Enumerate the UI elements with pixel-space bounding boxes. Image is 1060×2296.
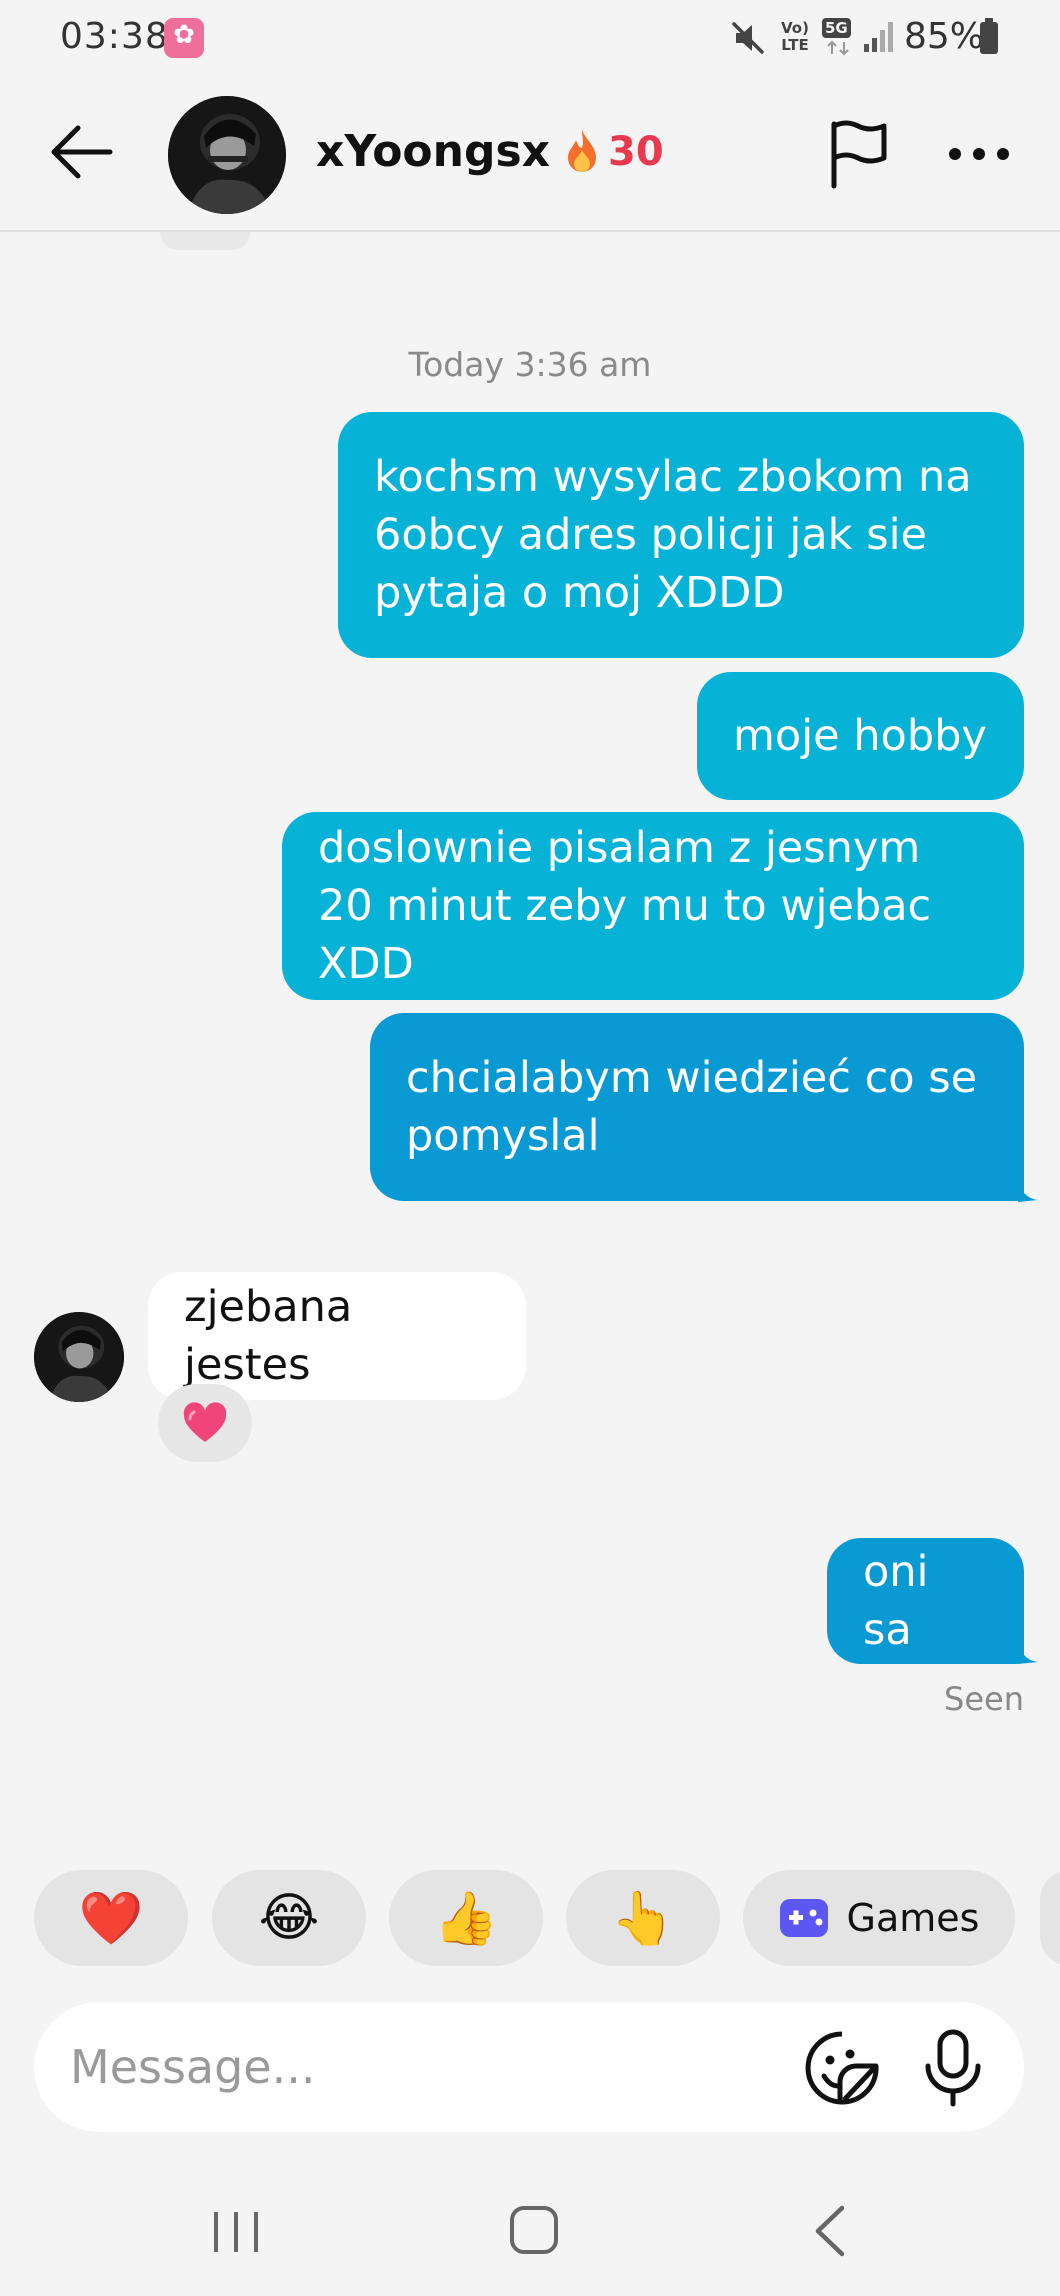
message-text: zjebana jestes — [184, 1282, 353, 1390]
home-icon[interactable] — [506, 2202, 562, 2258]
previous-reaction-peek — [160, 232, 250, 250]
battery-percent: 85% — [904, 16, 985, 57]
quick-reaction-point-up[interactable]: 👆 — [566, 1870, 720, 1966]
quick-reaction-heart[interactable]: ❤️ — [34, 1870, 188, 1966]
message-bubble-outgoing[interactable]: doslownie pisalam z jesnym 20 minut zeby… — [282, 812, 1024, 1000]
games-button[interactable]: Games — [743, 1870, 1015, 1966]
volte-icon: Vo) LTE — [781, 19, 809, 54]
battery-icon — [980, 18, 998, 54]
gamepad-icon — [779, 1899, 828, 1937]
fire-icon — [568, 130, 596, 172]
flag-icon[interactable] — [824, 118, 894, 190]
avatar[interactable] — [168, 96, 286, 214]
status-bar: 03:38 Vo)LTE 5G 85% — [0, 0, 1060, 76]
message-text: chcialabym wiedzieć co se pomyslal — [406, 1053, 978, 1161]
notification-app-icon — [164, 18, 204, 58]
quick-reaction-more[interactable] — [1040, 1870, 1060, 1966]
pink-heart-icon — [183, 1402, 227, 1442]
chat-header: xYoongsx 30 — [0, 76, 1060, 232]
chat-username[interactable]: xYoongsx — [316, 126, 550, 177]
message-bubble-incoming[interactable]: zjebana jestes — [148, 1272, 526, 1400]
microphone-icon[interactable] — [920, 2028, 986, 2108]
message-timestamp: Today 3:36 am — [408, 345, 652, 384]
message-text: doslownie pisalam z jesnym 20 minut zeby… — [318, 823, 932, 989]
message-text: kochsm wysylac zbokom na 6obcy adres pol… — [374, 452, 972, 618]
message-composer — [34, 2002, 1024, 2132]
system-navigation-bar — [0, 2180, 1060, 2296]
recent-apps-icon[interactable] — [206, 2204, 266, 2260]
streak-badge: 30 — [562, 124, 664, 180]
back-arrow-icon[interactable] — [44, 120, 116, 184]
sticker-icon[interactable] — [804, 2030, 880, 2106]
message-bubble-outgoing[interactable]: moje hobby — [697, 672, 1024, 800]
streak-count: 30 — [608, 129, 664, 175]
message-bubble-outgoing[interactable]: oni sa — [827, 1538, 1024, 1664]
status-time: 03:38 — [60, 16, 169, 57]
quick-reaction-thumbs-up[interactable]: 👍 — [389, 1870, 543, 1966]
bubble-tail — [1018, 1180, 1038, 1202]
quick-reaction-laugh[interactable]: 😂 — [212, 1870, 366, 1966]
message-bubble-outgoing[interactable]: chcialabym wiedzieć co se pomyslal — [370, 1013, 1024, 1201]
mute-icon — [732, 22, 764, 54]
more-options-icon[interactable] — [944, 134, 1014, 174]
quick-reactions-bar: ❤️ 😂 👍 👆 Games — [0, 1870, 1060, 1966]
message-text: oni sa — [863, 1547, 929, 1655]
heart-reaction[interactable] — [158, 1384, 252, 1462]
message-bubble-outgoing[interactable]: kochsm wysylac zbokom na 6obcy adres pol… — [338, 412, 1024, 658]
bubble-tail — [1018, 1642, 1038, 1664]
nav-back-icon[interactable] — [806, 2202, 856, 2260]
message-input[interactable] — [70, 2032, 770, 2102]
sender-avatar[interactable] — [34, 1312, 124, 1402]
message-text: moje hobby — [733, 711, 987, 761]
games-label: Games — [846, 1896, 980, 1940]
signal-icon — [864, 22, 893, 52]
seen-indicator: Seen — [944, 1680, 1024, 1718]
5g-icon: 5G — [818, 18, 856, 58]
